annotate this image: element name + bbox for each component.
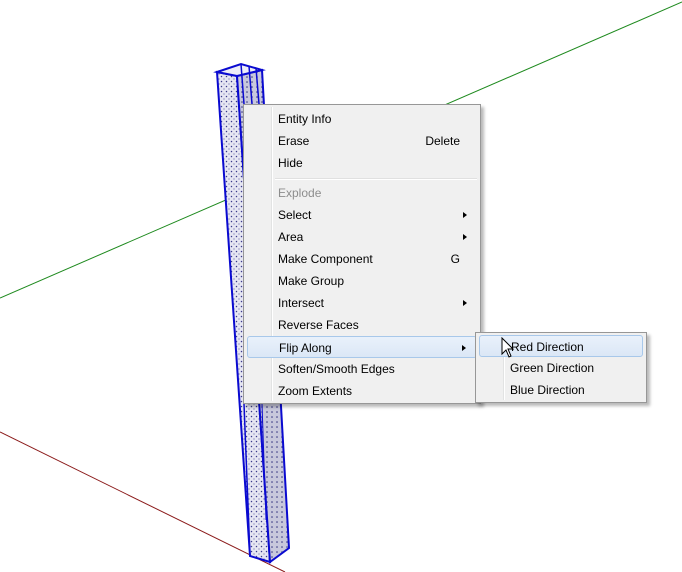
submenu-item-label: Blue Direction xyxy=(510,383,585,397)
submenu-item-label: Green Direction xyxy=(510,361,595,375)
submenu-arrow-icon xyxy=(463,234,467,240)
submenu-arrow-icon xyxy=(462,345,466,351)
menu-item-label: Soften/Smooth Edges xyxy=(278,362,395,376)
menu-item-select[interactable]: Select xyxy=(247,204,477,226)
menu-separator xyxy=(275,178,477,180)
submenu-item-label: Red Direction xyxy=(511,340,584,354)
menu-item-label: Zoom Extents xyxy=(278,384,353,398)
menu-item-reverse-faces[interactable]: Reverse Faces xyxy=(247,314,477,336)
menu-item-area[interactable]: Area xyxy=(247,226,477,248)
menu-item-zoom-extents[interactable]: Zoom Extents xyxy=(247,380,477,402)
menu-item-shortcut: Delete xyxy=(425,134,460,148)
menu-item-label: Explode xyxy=(278,186,322,200)
menu-item-make-group[interactable]: Make Group xyxy=(247,270,477,292)
menu-item-label: Select xyxy=(278,208,312,222)
menu-item-label: Entity Info xyxy=(278,112,332,126)
menu-item-label: Reverse Faces xyxy=(278,318,359,332)
menu-item-label: Hide xyxy=(278,156,303,170)
menu-item-soften-smooth-edges[interactable]: Soften/Smooth Edges xyxy=(247,358,477,380)
menu-item-flip-along[interactable]: Flip Along xyxy=(247,336,477,358)
arrow-cursor-icon xyxy=(501,337,515,358)
submenu-item-green-direction[interactable]: Green Direction xyxy=(479,357,643,379)
menu-item-entity-info[interactable]: Entity Info xyxy=(247,108,477,130)
menu-item-shortcut: G xyxy=(450,252,460,266)
menu-item-make-component[interactable]: Make Component G xyxy=(247,248,477,270)
menu-item-label: Flip Along xyxy=(279,341,332,355)
menu-item-label: Area xyxy=(278,230,304,244)
menu-item-hide[interactable]: Hide xyxy=(247,152,477,174)
context-menu: Entity Info Erase Delete Hide Explode Se… xyxy=(243,104,481,404)
submenu-arrow-icon xyxy=(463,212,467,218)
menu-item-label: Erase xyxy=(278,134,310,148)
menu-item-explode: Explode xyxy=(247,182,477,204)
menu-item-intersect[interactable]: Intersect xyxy=(247,292,477,314)
menu-item-erase[interactable]: Erase Delete xyxy=(247,130,477,152)
submenu-item-blue-direction[interactable]: Blue Direction xyxy=(479,379,643,401)
submenu-arrow-icon xyxy=(463,300,467,306)
menu-item-label: Intersect xyxy=(278,296,325,310)
menu-item-label: Make Group xyxy=(278,274,345,288)
menu-item-label: Make Component xyxy=(278,252,373,266)
